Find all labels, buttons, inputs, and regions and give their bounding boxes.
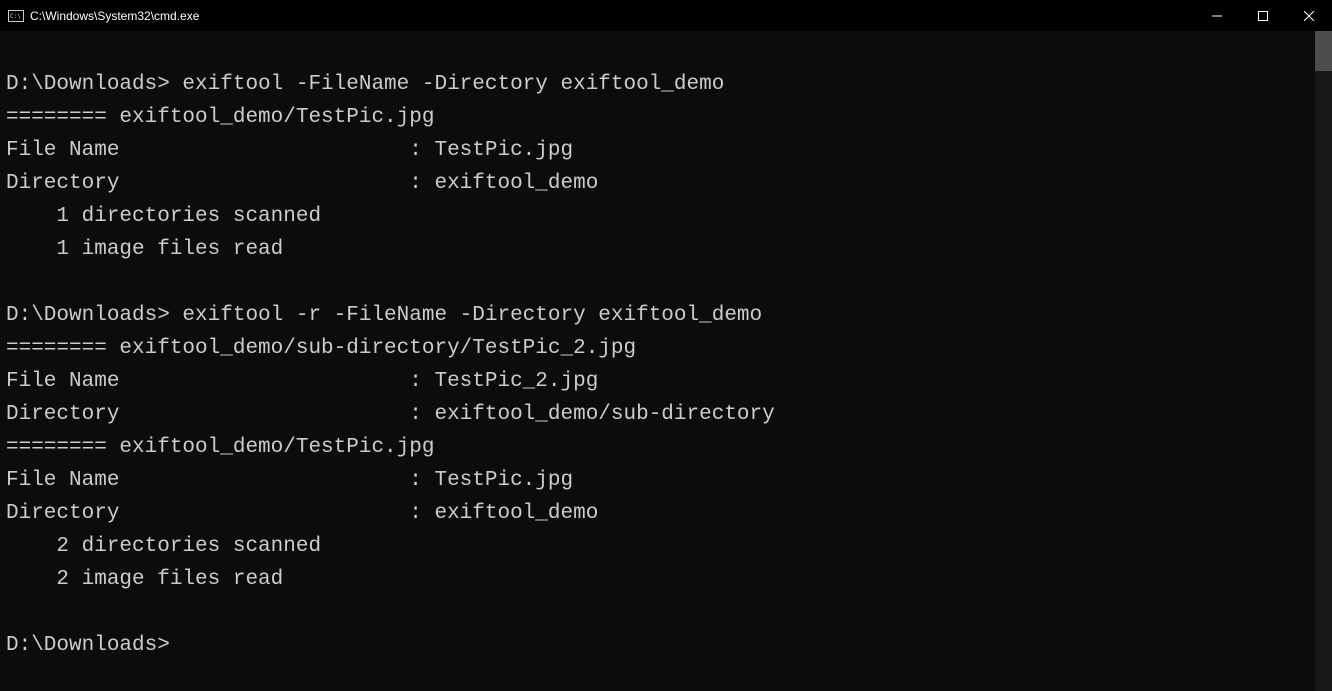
maximize-button[interactable]: [1240, 0, 1286, 31]
close-button[interactable]: [1286, 0, 1332, 31]
minimize-button[interactable]: [1194, 0, 1240, 31]
window-controls: [1194, 0, 1332, 31]
svg-text:C:\: C:\: [10, 13, 21, 20]
cmd-window: C:\ C:\Windows\System32\cmd.exe D:\Downl…: [0, 0, 1332, 691]
cmd-icon: C:\: [8, 8, 24, 24]
titlebar[interactable]: C:\ C:\Windows\System32\cmd.exe: [0, 0, 1332, 31]
scrollbar-thumb[interactable]: [1315, 31, 1332, 71]
window-title: C:\Windows\System32\cmd.exe: [30, 9, 199, 23]
client-area: D:\Downloads> exiftool -FileName -Direct…: [0, 31, 1332, 691]
terminal-output[interactable]: D:\Downloads> exiftool -FileName -Direct…: [0, 31, 1315, 691]
vertical-scrollbar[interactable]: [1315, 31, 1332, 691]
